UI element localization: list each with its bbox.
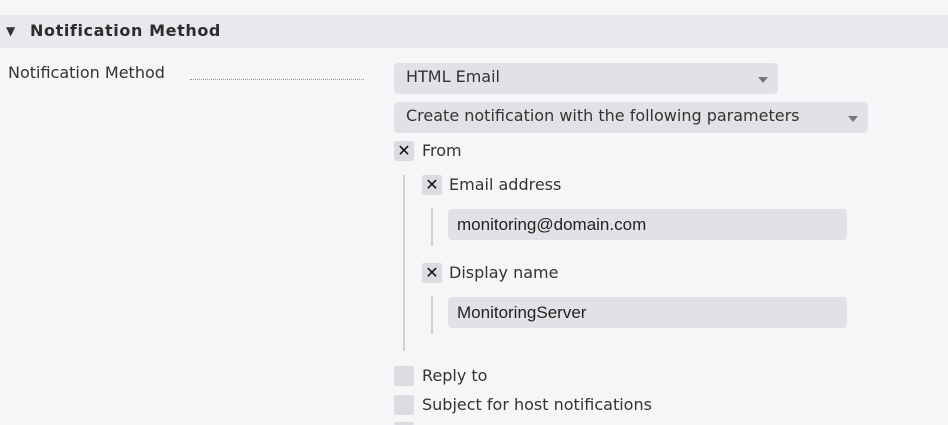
display-name-input[interactable]: [448, 297, 847, 328]
notification-method-select[interactable]: HTML Email: [394, 63, 778, 94]
email-address-input[interactable]: [448, 209, 847, 240]
from-label[interactable]: From: [422, 141, 462, 161]
email-indent-line: [431, 208, 433, 246]
subject-host-notifications-label[interactable]: Subject for host notifications: [422, 395, 652, 415]
from-checkbox[interactable]: ✕: [394, 141, 414, 161]
checked-x-icon: ✕: [425, 175, 439, 194]
parameters-mode-select-value: Create notification with the following p…: [406, 106, 800, 125]
notification-method-select-value: HTML Email: [406, 67, 500, 86]
email-address-checkbox[interactable]: ✕: [422, 175, 442, 195]
checked-x-icon: ✕: [425, 263, 439, 282]
chevron-down-icon: [758, 77, 768, 83]
checked-x-icon: ✕: [397, 141, 411, 160]
subject-host-notifications-checkbox[interactable]: [394, 395, 414, 415]
reply-to-label[interactable]: Reply to: [422, 366, 487, 386]
parameters-mode-select[interactable]: Create notification with the following p…: [394, 102, 868, 133]
display-name-checkbox[interactable]: ✕: [422, 263, 442, 283]
chevron-down-icon: [848, 116, 858, 122]
field-label-notification-method: Notification Method: [8, 63, 165, 82]
section-title[interactable]: Notification Method: [30, 21, 221, 41]
email-address-label[interactable]: Email address: [449, 175, 561, 195]
collapse-triangle-icon[interactable]: ▼: [6, 23, 15, 39]
dotted-leader: [190, 65, 364, 80]
display-name-label[interactable]: Display name: [449, 263, 558, 283]
display-name-indent-line: [431, 296, 433, 334]
from-group-indent-line: [403, 175, 405, 351]
section-header[interactable]: ▼ Notification Method: [0, 15, 948, 48]
reply-to-checkbox[interactable]: [394, 366, 414, 386]
